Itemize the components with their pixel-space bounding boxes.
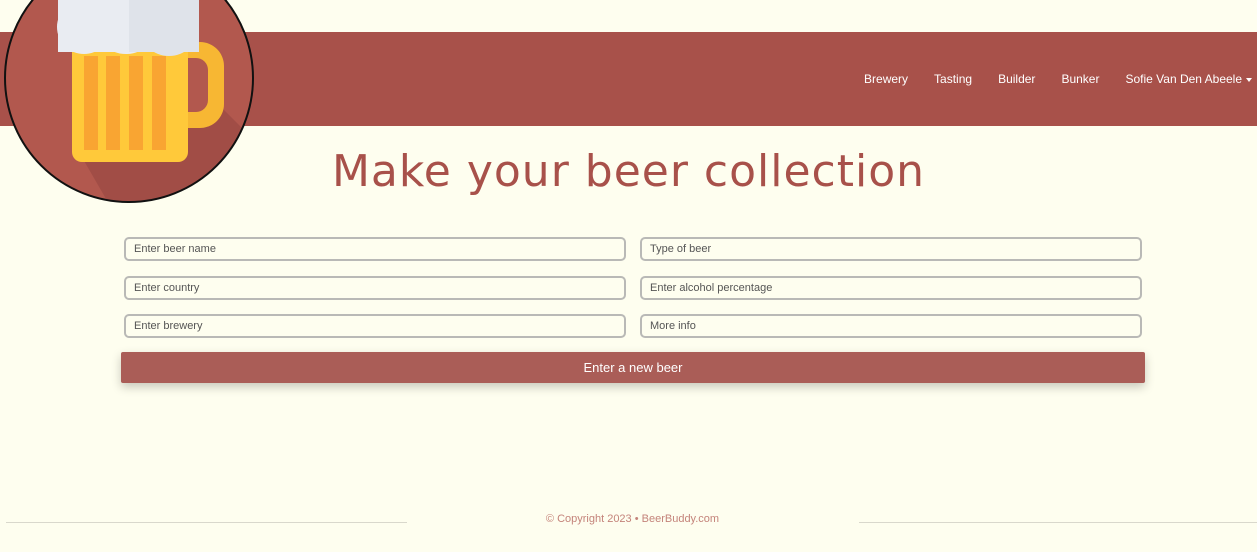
nav-links: Brewery Tasting Builder Bunker Sofie Van… (838, 32, 1252, 126)
user-name: Sofie Van Den Abeele (1125, 72, 1242, 86)
country-input[interactable] (124, 276, 626, 300)
footer-copyright: © Copyright 2023 • BeerBuddy.com (545, 513, 720, 525)
more-info-input[interactable] (640, 314, 1142, 338)
nav-item-brewery[interactable]: Brewery (864, 72, 908, 86)
brewery-input[interactable] (124, 314, 626, 338)
nav-item-builder[interactable]: Builder (998, 72, 1035, 86)
page-title: Make your beer collection (331, 146, 926, 197)
alcohol-percentage-input[interactable] (640, 276, 1142, 300)
nav-item-bunker[interactable]: Bunker (1061, 72, 1099, 86)
enter-new-beer-button[interactable]: Enter a new beer (121, 352, 1145, 383)
user-menu-dropdown[interactable]: Sofie Van Den Abeele (1125, 72, 1252, 86)
beer-name-input[interactable] (124, 237, 626, 261)
nav-item-tasting[interactable]: Tasting (934, 72, 972, 86)
beer-type-input[interactable] (640, 237, 1142, 261)
page: Brewery Tasting Builder Bunker Sofie Van… (0, 0, 1257, 552)
caret-down-icon (1246, 77, 1252, 82)
